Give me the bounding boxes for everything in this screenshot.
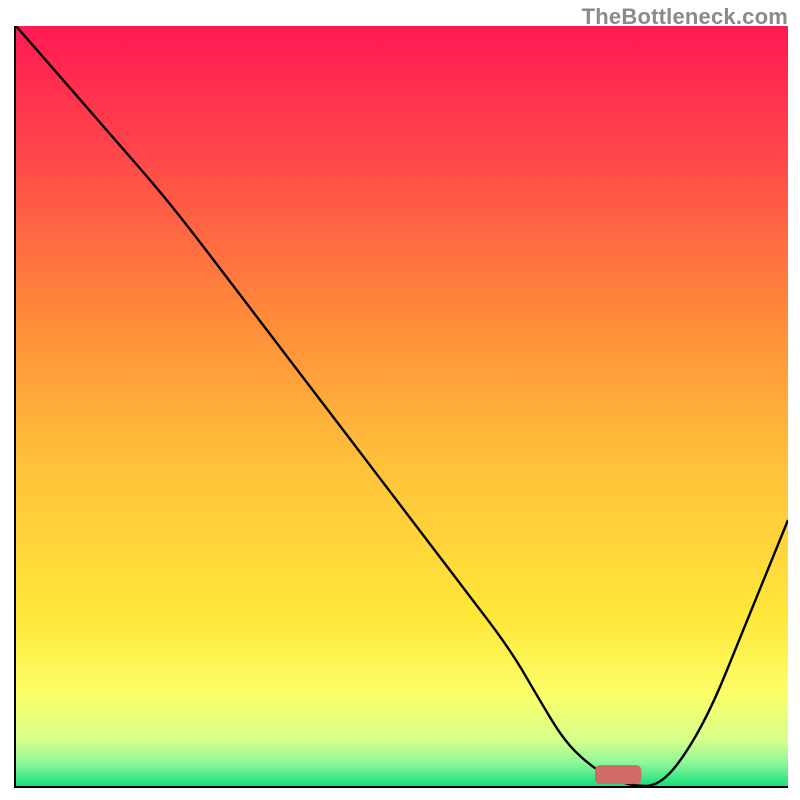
- plot-area: [14, 26, 788, 788]
- gradient-background: [16, 26, 788, 786]
- chart-root: TheBottleneck.com: [0, 0, 800, 800]
- optimum-marker: [595, 765, 641, 784]
- plot-svg: [16, 26, 788, 786]
